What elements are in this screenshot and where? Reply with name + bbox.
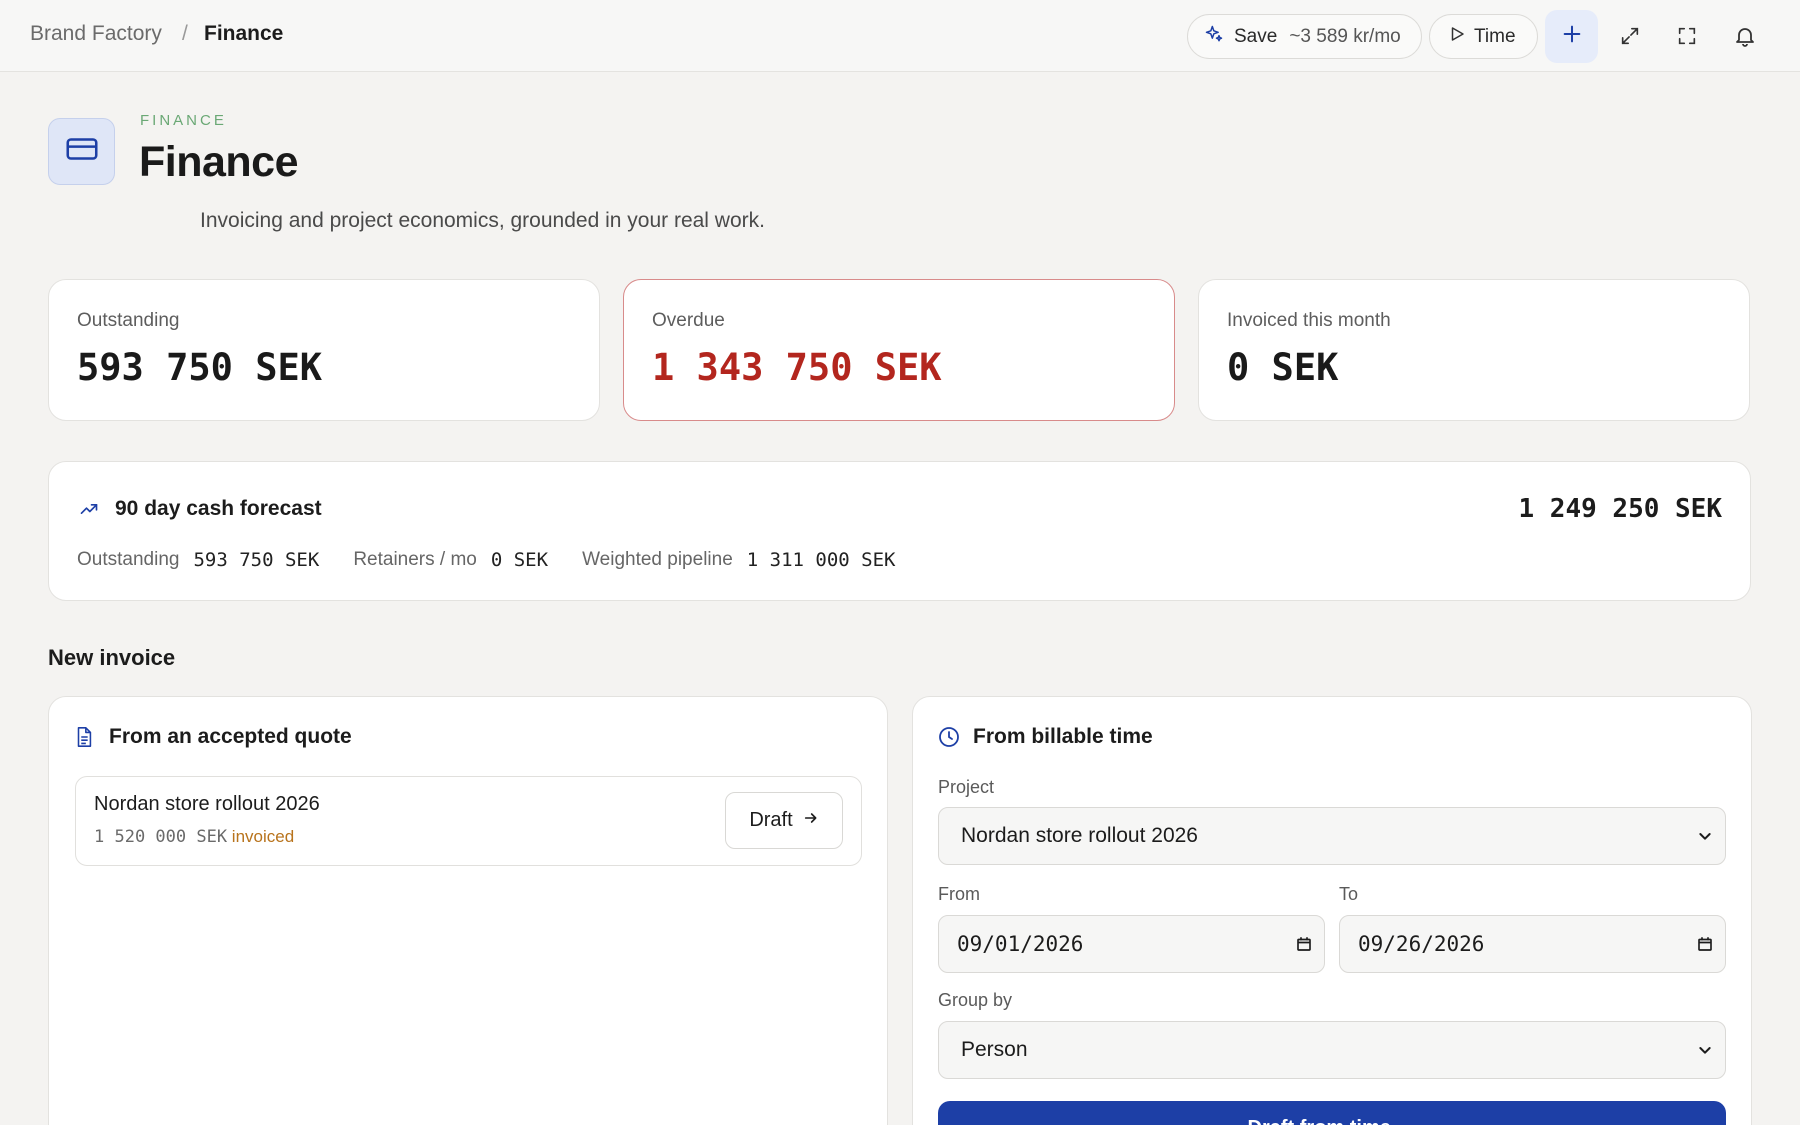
page-eyebrow: FINANCE bbox=[140, 112, 227, 129]
draft-from-time-label: Draft from time → bbox=[938, 1117, 1726, 1125]
draft-label: Draft bbox=[749, 809, 793, 831]
finance-header-icon bbox=[48, 118, 115, 185]
forecast-item-value: 1 311 000 SEK bbox=[746, 549, 896, 571]
breadcrumb-root[interactable]: Brand Factory bbox=[30, 22, 162, 46]
stat-card-outstanding: Outstanding 593 750 SEK bbox=[48, 279, 600, 421]
page-title: Finance bbox=[139, 138, 299, 186]
forecast-item-label: Weighted pipeline bbox=[582, 549, 733, 570]
quote-amount: 1 520 000 SEK bbox=[94, 827, 228, 847]
calendar-icon[interactable] bbox=[1685, 935, 1725, 953]
group-by-value: Person bbox=[961, 1038, 1028, 1061]
stat-card-overdue: Overdue 1 343 750 SEK bbox=[623, 279, 1175, 421]
forecast-breakdown: Outstanding 593 750 SEK Retainers / mo 0… bbox=[77, 549, 929, 571]
from-quote-panel: From an accepted quote Nordan store roll… bbox=[48, 696, 888, 1125]
forecast-item-value: 593 750 SEK bbox=[193, 549, 320, 571]
to-date-label: To bbox=[1339, 884, 1359, 904]
calendar-icon[interactable] bbox=[1284, 935, 1324, 953]
forecast-item-value: 0 SEK bbox=[490, 549, 549, 571]
stat-value: 593 750 SEK bbox=[77, 346, 323, 389]
stat-label: Outstanding bbox=[77, 310, 180, 331]
stat-value: 0 SEK bbox=[1227, 346, 1339, 389]
stat-label: Invoiced this month bbox=[1227, 310, 1391, 331]
forecast-total: 1 249 250 SEK bbox=[1518, 494, 1723, 524]
page-subtitle: Invoicing and project economics, grounde… bbox=[200, 209, 765, 232]
time-button[interactable]: Time bbox=[1429, 14, 1538, 59]
from-date-value: 09/01/2026 bbox=[957, 932, 1084, 956]
forecast-item-label: Outstanding bbox=[77, 549, 180, 570]
from-time-panel: From billable time Project Nordan store … bbox=[912, 696, 1752, 1125]
quote-name: Nordan store rollout 2026 bbox=[94, 793, 320, 815]
quote-status: invoiced bbox=[231, 827, 295, 846]
group-by-label: Group by bbox=[938, 990, 1013, 1010]
sparkle-icon bbox=[1204, 24, 1224, 50]
chevron-down-icon bbox=[1685, 1042, 1725, 1058]
project-select-value: Nordan store rollout 2026 bbox=[961, 824, 1198, 847]
time-label: Time bbox=[1474, 25, 1516, 47]
project-label: Project bbox=[938, 777, 995, 797]
breadcrumb-current: Finance bbox=[204, 22, 284, 45]
top-bar: Brand Factory / Finance Save ~3 589 kr/m… bbox=[0, 0, 1800, 72]
forecast-item-label: Retainers / mo bbox=[353, 549, 477, 570]
add-button[interactable] bbox=[1545, 10, 1598, 63]
cash-forecast-card: 90 day cash forecast 1 249 250 SEK Outst… bbox=[48, 461, 1751, 601]
arrow-right-icon bbox=[803, 809, 819, 832]
bell-icon[interactable] bbox=[1731, 22, 1759, 50]
forecast-title: 90 day cash forecast bbox=[115, 497, 322, 520]
save-rate: ~3 589 kr/mo bbox=[1289, 25, 1401, 47]
document-icon bbox=[73, 725, 95, 754]
project-select[interactable]: Nordan store rollout 2026 bbox=[938, 807, 1726, 865]
breadcrumb-separator: / bbox=[182, 22, 188, 45]
stat-label: Overdue bbox=[652, 310, 725, 331]
clock-icon bbox=[937, 725, 961, 754]
panel-title: From an accepted quote bbox=[109, 725, 352, 748]
new-invoice-heading: New invoice bbox=[48, 645, 176, 670]
quote-meta: 1 520 000 SEK invoiced bbox=[94, 827, 294, 847]
quote-list-item[interactable]: Nordan store rollout 2026 1 520 000 SEK … bbox=[75, 776, 862, 866]
from-date-label: From bbox=[938, 884, 980, 904]
to-date-value: 09/26/2026 bbox=[1358, 932, 1485, 956]
from-date-input[interactable]: 09/01/2026 bbox=[938, 915, 1325, 973]
to-date-input[interactable]: 09/26/2026 bbox=[1339, 915, 1726, 973]
credit-card-icon bbox=[63, 130, 101, 173]
save-button[interactable]: Save ~3 589 kr/mo bbox=[1187, 14, 1422, 59]
plus-icon bbox=[1561, 23, 1583, 50]
fullscreen-icon[interactable] bbox=[1673, 22, 1701, 50]
stat-card-invoiced-month: Invoiced this month 0 SEK bbox=[1198, 279, 1750, 421]
draft-from-time-button[interactable]: Draft from time → bbox=[938, 1101, 1726, 1125]
stat-value: 1 343 750 SEK bbox=[652, 346, 942, 389]
expand-icon[interactable] bbox=[1616, 22, 1644, 50]
chevron-down-icon bbox=[1685, 828, 1725, 844]
panel-title: From billable time bbox=[973, 725, 1153, 748]
draft-invoice-button[interactable]: Draft bbox=[725, 792, 843, 849]
group-by-select[interactable]: Person bbox=[938, 1021, 1726, 1079]
play-icon bbox=[1448, 25, 1466, 49]
trending-up-icon bbox=[77, 499, 101, 524]
save-label: Save bbox=[1234, 25, 1278, 47]
